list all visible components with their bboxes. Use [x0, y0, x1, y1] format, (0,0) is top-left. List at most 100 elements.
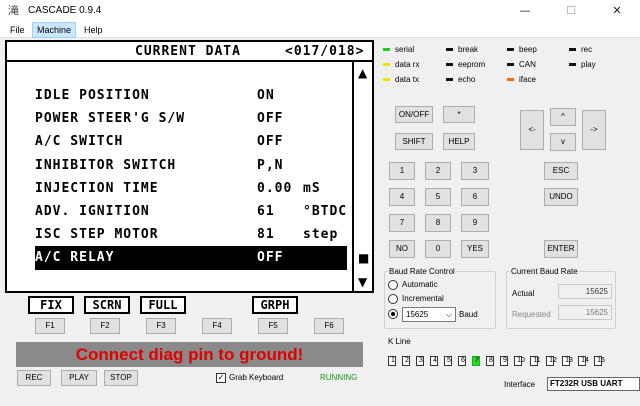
- running-status: RUNNING: [320, 373, 358, 382]
- kline-label: 6: [461, 357, 465, 364]
- rec-button[interactable]: REC: [17, 370, 51, 386]
- key-2-button[interactable]: 2: [425, 162, 451, 180]
- chevron-down-icon: ⌵: [445, 310, 452, 319]
- led-icon: [507, 63, 514, 67]
- lcd-row-value: OFF: [257, 134, 284, 150]
- key-0-button[interactable]: 0: [425, 240, 451, 258]
- lcd-row-value: OFF: [257, 250, 284, 266]
- lcd-row[interactable]: POWER STEER'G S/W OFF: [35, 107, 347, 130]
- baud-control-title: Baud Rate Control: [388, 267, 456, 276]
- key-7-button[interactable]: 7: [389, 214, 415, 232]
- window-title: CASCADE 0.9.4: [28, 5, 102, 16]
- led-icon: [383, 48, 390, 52]
- arrow-down-button[interactable]: v: [550, 133, 576, 151]
- lcd-row[interactable]: INHIBITOR SWITCH P,N: [35, 154, 347, 177]
- automatic-label: Automatic: [402, 280, 438, 289]
- menu-machine[interactable]: Machine: [32, 22, 77, 38]
- maximize-button[interactable]: ☐: [548, 0, 594, 22]
- shift-button[interactable]: SHIFT: [395, 133, 433, 150]
- yes-button[interactable]: YES: [461, 240, 489, 258]
- automatic-radio[interactable]: [388, 280, 398, 290]
- baud-select[interactable]: 15625 ⌵: [402, 307, 456, 322]
- indicator-rec: rec: [569, 45, 592, 55]
- scroll-down-icon[interactable]: ▼: [358, 275, 367, 289]
- kline-label: 3: [419, 357, 423, 364]
- lcd-scrollbar[interactable]: ▲ ■ ▼: [352, 62, 372, 291]
- lcd-row[interactable]: A/C SWITCH OFF: [35, 130, 347, 153]
- f4-button[interactable]: F4: [202, 318, 232, 334]
- baud-unit: Baud: [459, 310, 478, 319]
- indicator-beep: beep: [507, 45, 537, 55]
- indicator-serial: serial: [383, 45, 414, 55]
- play-button[interactable]: PLAY: [61, 370, 97, 386]
- menu-file[interactable]: File: [6, 22, 29, 38]
- menu-bar: File Machine Help: [0, 22, 640, 38]
- kline-group-extended: [578, 350, 640, 372]
- custom-baud-radio[interactable]: [388, 309, 398, 319]
- lcd-row-selected[interactable]: A/C RELAY OFF: [35, 246, 347, 270]
- incremental-label: Incremental: [402, 294, 444, 303]
- requested-baud-field: 15625: [558, 305, 612, 320]
- led-icon: [507, 48, 514, 52]
- key-5-button[interactable]: 5: [425, 188, 451, 206]
- app-icon: 滝: [8, 4, 19, 17]
- lcd-row-unit: °BTDC: [303, 203, 348, 219]
- kline-label: 13: [565, 357, 573, 364]
- kline-label: 2: [405, 357, 409, 364]
- led-icon: [446, 63, 453, 67]
- requested-label: Requested: [512, 310, 551, 319]
- lcd-row[interactable]: ADV. IGNITION 61 °BTDC: [35, 200, 347, 223]
- actual-label: Actual: [512, 289, 535, 298]
- minimize-button[interactable]: —: [502, 0, 548, 22]
- lcd-row-name: ADV. IGNITION: [35, 203, 150, 219]
- star-button[interactable]: *: [443, 106, 475, 123]
- f2-button[interactable]: F2: [90, 318, 120, 334]
- indicator-break: break: [446, 45, 478, 55]
- lcd-row[interactable]: ISC STEP MOTOR 81 step: [35, 223, 347, 246]
- on-off-button[interactable]: ON/OFF: [395, 106, 433, 123]
- f6-button[interactable]: F6: [314, 318, 344, 334]
- undo-button[interactable]: UNDO: [544, 188, 578, 206]
- lcd-title: CURRENT DATA: [135, 44, 241, 59]
- close-button[interactable]: ✕: [594, 0, 640, 22]
- grab-keyboard-label: Grab Keyboard: [229, 373, 284, 382]
- key-9-button[interactable]: 9: [461, 214, 489, 232]
- actual-baud-field: 15625: [558, 284, 612, 299]
- menu-help[interactable]: Help: [80, 22, 107, 38]
- no-button[interactable]: NO: [389, 240, 415, 258]
- stop-button[interactable]: STOP: [104, 370, 138, 386]
- key-8-button[interactable]: 8: [425, 214, 451, 232]
- lcd-row[interactable]: IDLE POSITION ON: [35, 84, 347, 107]
- key-4-button[interactable]: 4: [389, 188, 415, 206]
- lcd-page-indicator: <017/018>: [285, 44, 365, 59]
- f3-button[interactable]: F3: [146, 318, 176, 334]
- enter-button[interactable]: ENTER: [544, 240, 578, 258]
- fkey-label-full: FULL: [140, 296, 186, 314]
- lcd-row-name: A/C SWITCH: [35, 134, 124, 150]
- kline-label: 4: [433, 357, 437, 364]
- scroll-thumb[interactable]: ■: [358, 251, 369, 265]
- grab-keyboard-checkbox[interactable]: ✓: [216, 373, 226, 383]
- led-icon: [383, 63, 390, 67]
- arrow-left-button[interactable]: <-: [520, 110, 544, 150]
- lcd-row-name: POWER STEER'G S/W: [35, 111, 186, 127]
- incremental-radio[interactable]: [388, 294, 398, 304]
- interface-value: FT232R USB UART: [547, 377, 640, 391]
- esc-button[interactable]: ESC: [544, 162, 578, 180]
- led-icon: [446, 48, 453, 52]
- lcd-row-name: INHIBITOR SWITCH: [35, 157, 177, 173]
- key-3-button[interactable]: 3: [461, 162, 489, 180]
- current-baud-title: Current Baud Rate: [510, 267, 579, 276]
- f1-button[interactable]: F1: [35, 318, 65, 334]
- lcd-row[interactable]: INJECTION TIME 0.00 mS: [35, 177, 347, 200]
- arrow-right-button[interactable]: ->: [582, 110, 606, 150]
- f5-button[interactable]: F5: [258, 318, 288, 334]
- scroll-up-icon[interactable]: ▲: [358, 66, 367, 80]
- key-1-button[interactable]: 1: [389, 162, 415, 180]
- help-button[interactable]: HELP: [443, 133, 475, 150]
- fkey-label-grph: GRPH: [252, 296, 298, 314]
- arrow-up-button[interactable]: ^: [550, 108, 576, 126]
- lcd-row-unit: step: [303, 227, 339, 243]
- lcd-row-value: 0.00: [257, 180, 293, 196]
- key-6-button[interactable]: 6: [461, 188, 489, 206]
